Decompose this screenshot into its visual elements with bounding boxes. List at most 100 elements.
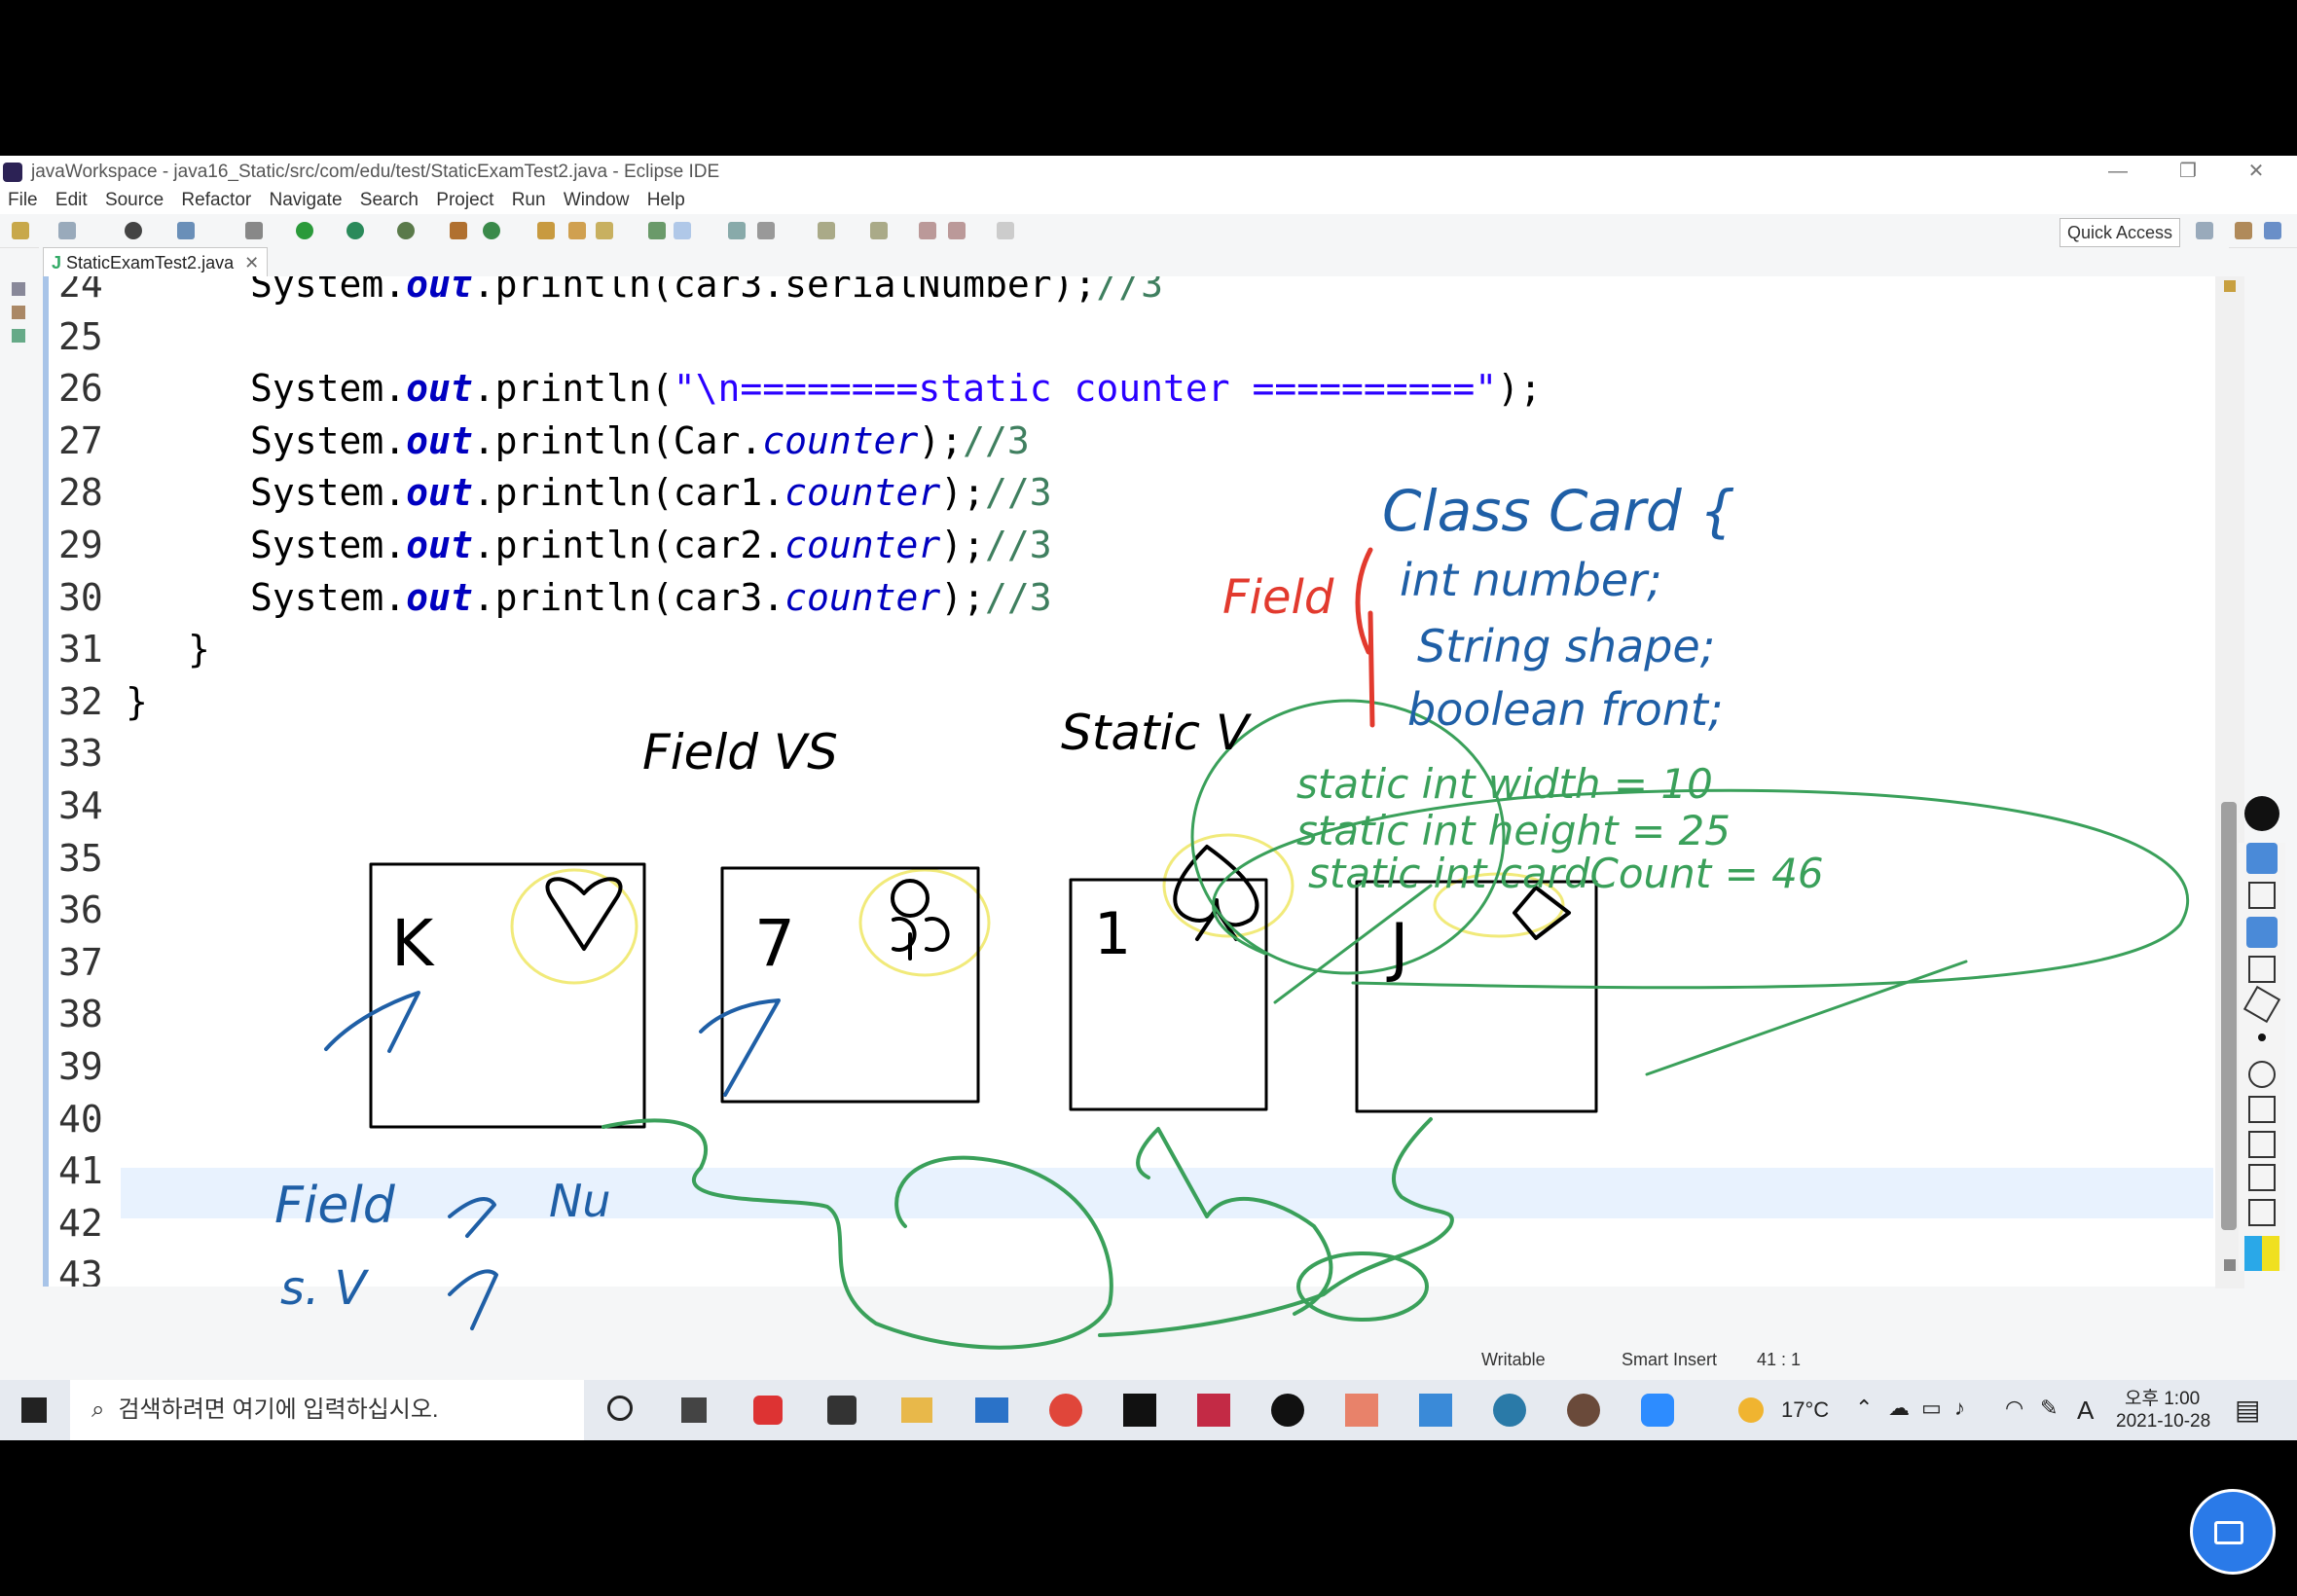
- ime-indicator[interactable]: A: [2077, 1396, 2094, 1426]
- trash-icon[interactable]: [2248, 1096, 2276, 1123]
- restore-button[interactable]: ❐: [2169, 160, 2207, 183]
- menu-project[interactable]: Project: [436, 187, 493, 214]
- pen-tray-icon[interactable]: ✎: [2040, 1396, 2058, 1421]
- console-icon[interactable]: [177, 222, 195, 239]
- task-view-icon[interactable]: [681, 1397, 707, 1423]
- shape-icon[interactable]: [2248, 956, 2276, 983]
- toggle-mark-icon[interactable]: [674, 222, 691, 239]
- code-token: out: [406, 276, 473, 306]
- mail-icon[interactable]: [975, 1397, 1008, 1423]
- new-package-icon[interactable]: [450, 222, 467, 239]
- code-line[interactable]: }: [126, 680, 148, 723]
- vertical-scrollbar[interactable]: [2221, 802, 2237, 1230]
- menu-source[interactable]: Source: [105, 187, 164, 214]
- weather-temp[interactable]: 17°C: [1781, 1397, 1829, 1423]
- menu-navigate[interactable]: Navigate: [270, 187, 343, 214]
- wifi-icon[interactable]: ◠: [2005, 1396, 2024, 1421]
- chevron-up-icon[interactable]: ⌃: [1855, 1396, 1873, 1421]
- run-icon[interactable]: [296, 222, 313, 239]
- menu-run[interactable]: Run: [512, 187, 546, 214]
- code-line[interactable]: System.out.println("\n========static cou…: [250, 367, 1542, 410]
- restore-view-icon[interactable]: [12, 282, 25, 296]
- annotation-icon[interactable]: [648, 222, 666, 239]
- new-icon[interactable]: [12, 222, 29, 239]
- pen-tool-icon[interactable]: [2244, 796, 2279, 831]
- debug-icon[interactable]: [245, 222, 263, 239]
- eye-icon[interactable]: [2246, 843, 2278, 874]
- sts-icon[interactable]: [1493, 1394, 1526, 1427]
- menu-refactor[interactable]: Refactor: [181, 187, 251, 214]
- onedrive-icon[interactable]: ☁: [1888, 1396, 1910, 1421]
- pycharm-icon[interactable]: [1123, 1394, 1156, 1427]
- battery-icon[interactable]: ▭: [1921, 1396, 1942, 1421]
- notification-icon[interactable]: ▤: [2235, 1394, 2260, 1426]
- prev-annotation-icon[interactable]: [870, 222, 888, 239]
- remote-app-icon[interactable]: [1419, 1394, 1452, 1427]
- tab-staticexamtest2[interactable]: J StaticExamTest2.java ✕: [43, 247, 269, 277]
- hierarchy-icon[interactable]: [12, 329, 25, 343]
- debug-perspective-icon[interactable]: [125, 222, 142, 239]
- menu-search[interactable]: Search: [360, 187, 419, 214]
- warning-marker-icon[interactable]: [2224, 280, 2236, 292]
- open-task-icon[interactable]: [568, 222, 586, 239]
- store-icon[interactable]: [827, 1396, 857, 1425]
- open-perspective-icon[interactable]: [2196, 222, 2213, 239]
- forward-icon[interactable]: [997, 222, 1014, 239]
- next-annotation-icon[interactable]: [818, 222, 835, 239]
- dot-size-icon[interactable]: [2258, 1034, 2266, 1041]
- scroll-down-icon[interactable]: [2224, 1259, 2236, 1271]
- camera-icon[interactable]: [2248, 1164, 2276, 1191]
- pen-app-icon[interactable]: [1271, 1394, 1304, 1427]
- close-button[interactable]: ✕: [2237, 160, 2276, 183]
- back-icon[interactable]: [948, 222, 966, 239]
- whiteboard-icon[interactable]: [2248, 1131, 2276, 1158]
- eraser-app-icon[interactable]: [1345, 1394, 1378, 1427]
- weather-sun-icon[interactable]: [1738, 1397, 1764, 1423]
- new-class-icon[interactable]: [483, 222, 500, 239]
- undo-icon[interactable]: [2248, 1061, 2276, 1088]
- clock-date[interactable]: 2021-10-28: [2116, 1411, 2210, 1433]
- windows-start-icon[interactable]: [21, 1397, 47, 1423]
- menu-window[interactable]: Window: [564, 187, 630, 214]
- open-type-icon[interactable]: [537, 222, 555, 239]
- code-line[interactable]: System.out.println(Car.counter);//3: [250, 419, 1030, 462]
- package-explorer-icon[interactable]: [12, 306, 25, 319]
- menu-edit[interactable]: Edit: [55, 187, 88, 214]
- java-ee-perspective-icon[interactable]: [2235, 222, 2252, 239]
- chrome-icon[interactable]: [1049, 1394, 1082, 1427]
- eclipse-taskbar-icon[interactable]: [1567, 1394, 1600, 1427]
- minimize-button[interactable]: —: [2098, 160, 2137, 183]
- taskbar-search-box[interactable]: ⌕ 검색하려면 여기에 입력하십시오.: [70, 1380, 584, 1440]
- eraser-icon[interactable]: [2242, 985, 2281, 1024]
- code-line[interactable]: System.out.println(car2.counter);//3: [250, 524, 1052, 566]
- coverage-icon[interactable]: [346, 222, 364, 239]
- save-icon[interactable]: [58, 222, 76, 239]
- code-line[interactable]: System.out.println(car3.serialNumber);//…: [250, 276, 1163, 306]
- block-selection-icon[interactable]: [728, 222, 746, 239]
- external-tools-icon[interactable]: [397, 222, 415, 239]
- pen-active-icon[interactable]: [2246, 917, 2278, 948]
- search-tool-icon[interactable]: [596, 222, 613, 239]
- quick-access-field[interactable]: Quick Access: [2060, 218, 2180, 247]
- code-editor[interactable]: 24 System.out.println(car3.serialNumber);…: [43, 276, 2215, 1287]
- code-line[interactable]: }: [188, 628, 210, 671]
- zoom-icon[interactable]: [1641, 1394, 1674, 1427]
- java-perspective-icon[interactable]: [2264, 222, 2281, 239]
- sync-app-icon[interactable]: [753, 1396, 783, 1425]
- color-palette-icon[interactable]: [2244, 1236, 2279, 1271]
- whitespace-icon[interactable]: [757, 222, 775, 239]
- app-red-square-icon[interactable]: [1197, 1394, 1230, 1427]
- tab-close-icon[interactable]: ✕: [244, 253, 259, 272]
- clipboard-icon[interactable]: [2248, 1199, 2276, 1226]
- menu-file[interactable]: File: [8, 187, 38, 214]
- volume-icon[interactable]: ♪: [1954, 1396, 1965, 1421]
- code-line[interactable]: System.out.println(car1.counter);//3: [250, 471, 1052, 514]
- clock-time[interactable]: 오후 1:00: [2125, 1384, 2200, 1410]
- last-edit-icon[interactable]: [919, 222, 936, 239]
- menu-help[interactable]: Help: [647, 187, 685, 214]
- cursor-icon[interactable]: [2248, 882, 2276, 909]
- code-line[interactable]: System.out.println(car3.counter);//3: [250, 576, 1052, 619]
- recording-button[interactable]: [2190, 1489, 2276, 1575]
- cortana-icon[interactable]: [607, 1396, 633, 1421]
- file-explorer-icon[interactable]: [901, 1397, 932, 1423]
